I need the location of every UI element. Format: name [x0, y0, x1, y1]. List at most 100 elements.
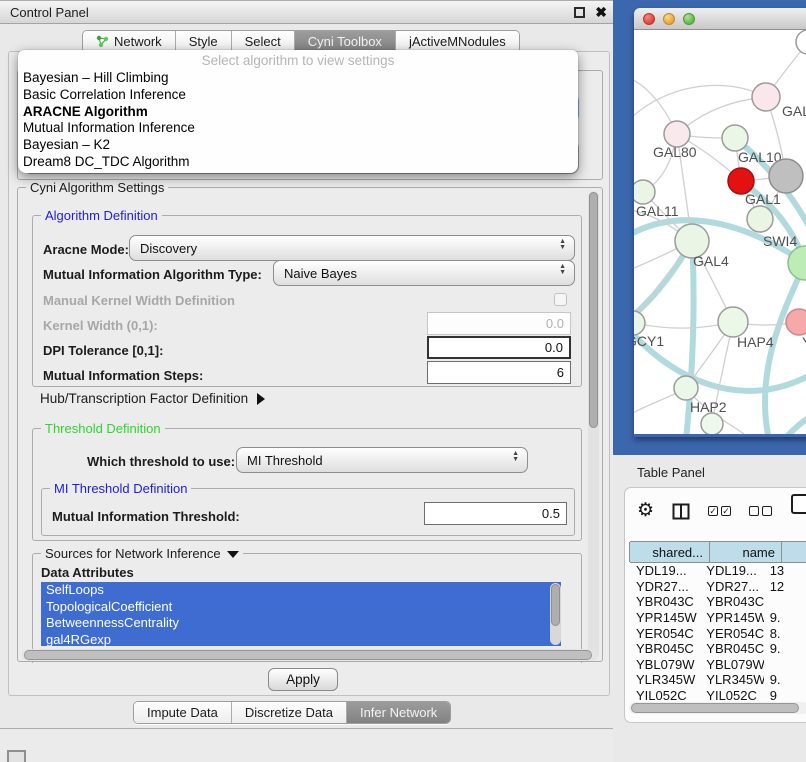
table-row[interactable]: YDR27...YDR27...12 [630, 579, 806, 595]
screen: Control Panel ✖ NetworkStyleSelectCyni T… [0, 0, 806, 762]
attribute-item-gal4rgexp[interactable]: gal4RGexp [41, 632, 561, 647]
network-node-gal10[interactable] [722, 125, 748, 151]
mac-close-icon[interactable] [643, 13, 655, 25]
apply-button[interactable]: Apply [268, 668, 338, 691]
dropdown-option-bayesian-k2[interactable]: Bayesian – K2 [18, 137, 578, 154]
mac-minimize-icon[interactable] [663, 13, 675, 25]
mi-steps-input[interactable]: 6 [427, 361, 571, 384]
table-cell: YDR27... [700, 579, 763, 594]
mi-steps-value: 6 [557, 365, 564, 380]
table-row[interactable]: YBR045CYBR045C9. [630, 641, 806, 657]
network-node-hap2[interactable] [674, 376, 698, 400]
network-node[interactable] [769, 159, 803, 193]
network-node-gcy1[interactable] [634, 311, 645, 335]
column-header-name[interactable]: name [709, 542, 782, 562]
table-cell: YLR345W [700, 672, 763, 687]
kernel-width-input[interactable]: 0.0 [427, 312, 571, 335]
deselect-all-icon[interactable] [749, 506, 772, 516]
columns-icon[interactable] [672, 503, 690, 520]
table-row[interactable]: YPR145WYPR145W9. [630, 610, 806, 626]
table-cell: 12 [764, 579, 806, 594]
mi-algorithm-type-combobox[interactable]: Naive Bayes ▲▼ [273, 260, 575, 286]
gear-icon[interactable]: ⚙ [637, 501, 654, 521]
mi-threshold-input[interactable]: 0.5 [424, 502, 567, 525]
bottom-tab-impute-data[interactable]: Impute Data [134, 702, 232, 723]
table-row[interactable]: YIL052CYIL052C9 [630, 688, 806, 702]
tab-cyni-toolbox[interactable]: Cyni Toolbox [295, 31, 396, 52]
select-all-icon[interactable]: ✓✓ [708, 506, 731, 516]
network-canvas[interactable]: GALGAL80GAL10GAL1GAL11SWI4GAL4GCY1HAP4YH… [634, 30, 806, 434]
float-window-icon[interactable] [574, 7, 585, 18]
node-label-gal: GAL [782, 103, 806, 119]
network-node-gal11[interactable] [634, 180, 655, 204]
hub-definition-expander[interactable]: Hub/Transcription Factor Definition [40, 391, 265, 406]
table-hscrollbar[interactable] [629, 702, 806, 714]
attributes-vscrollbar[interactable] [550, 583, 561, 645]
attribute-item-selfloops[interactable]: SelfLoops [41, 582, 561, 599]
manual-kernel-width-checkbox[interactable] [554, 293, 567, 306]
hub-definition-label: Hub/Transcription Factor Definition [40, 391, 248, 406]
which-threshold-combobox[interactable]: MI Threshold ▲▼ [236, 447, 528, 473]
dropdown-option-mutual-information-inference[interactable]: Mutual Information Inference [18, 120, 578, 137]
mi-threshold-definition-title: MI Threshold Definition [50, 481, 191, 496]
bottom-tab-infer-network[interactable]: Infer Network [347, 702, 450, 723]
algorithm-definition-group: Algorithm Definition Aracne Mode: Discov… [32, 215, 582, 387]
node-label-gal80: GAL80 [653, 144, 697, 160]
network-window-titlebar[interactable] [634, 8, 806, 30]
mac-zoom-icon[interactable] [683, 13, 695, 25]
data-attributes-label: Data Attributes [41, 565, 134, 580]
kernel-width-value: 0.0 [546, 316, 564, 331]
algorithm-dropdown-placeholder: Select algorithm to view settings [18, 53, 578, 70]
settings-vscrollbar-thumb[interactable] [589, 192, 598, 428]
tab-style[interactable]: Style [176, 31, 232, 52]
network-window: GALGAL80GAL10GAL1GAL11SWI4GAL4GCY1HAP4YH… [634, 8, 806, 437]
node-label-gcy1: GCY1 [634, 333, 664, 349]
column-header-col2[interactable] [781, 542, 806, 562]
network-node-hap4[interactable] [718, 307, 748, 337]
dropdown-option-dream8-dc-tdc-algorithm[interactable]: Dream8 DC_TDC Algorithm [18, 154, 578, 171]
sources-group-title[interactable]: Sources for Network Inference [41, 546, 243, 561]
table-cell: YBL079W [700, 657, 763, 672]
attribute-item-betweennesscentrality[interactable]: BetweennessCentrality [41, 615, 561, 632]
algorithm-definition-title: Algorithm Definition [41, 208, 162, 223]
mi-threshold-value: 0.5 [542, 506, 560, 521]
network-node[interactable] [796, 30, 806, 54]
network-node-swi4[interactable] [747, 206, 773, 232]
control-panel-titlebar: Control Panel ✖ [0, 1, 617, 24]
network-node-gal[interactable] [752, 83, 780, 111]
table-row[interactable]: YLR345WYLR345W9. [630, 672, 806, 688]
table-cell: YIL052C [630, 688, 700, 702]
table-row[interactable]: YDL19...YDL19...13 [630, 563, 806, 579]
dropdown-option-bayesian-hill-climbing[interactable]: Bayesian – Hill Climbing [18, 70, 578, 87]
tab-jactivemnodules[interactable]: jActiveMNodules [396, 31, 519, 52]
tab-jactivemnodules-label: jActiveMNodules [409, 34, 506, 49]
table-row[interactable]: YER054CYER054C8. [630, 625, 806, 641]
settings-hscrollbar-thumb[interactable] [24, 650, 592, 660]
close-icon[interactable]: ✖ [595, 5, 607, 19]
dpi-tolerance-label: DPI Tolerance [0,1]: [43, 343, 163, 358]
panel-corner-icon[interactable] [7, 750, 26, 762]
bottom-tab-discretize-data[interactable]: Discretize Data [232, 702, 347, 723]
network-node[interactable] [701, 413, 723, 434]
column-header-shared[interactable]: shared... [629, 542, 710, 562]
settings-vscrollbar[interactable] [588, 191, 599, 659]
dropdown-option-aracne-algorithm[interactable]: ARACNE Algorithm [18, 104, 578, 121]
table-row[interactable]: YBL079WYBL079W [630, 657, 806, 673]
tab-select[interactable]: Select [232, 31, 295, 52]
document-icon[interactable] [791, 494, 806, 514]
table-cell: YBR045C [630, 641, 700, 656]
data-attributes-list[interactable]: SelfLoopsTopologicalCoefficientBetweenne… [41, 582, 561, 646]
network-node-y[interactable] [786, 309, 806, 335]
dpi-tolerance-input[interactable]: 0.0 [427, 336, 571, 359]
aracne-mode-combobox[interactable]: Discovery ▲▼ [129, 235, 575, 261]
tab-network[interactable]: Network [83, 31, 176, 52]
table-hscrollbar-thumb[interactable] [631, 703, 799, 713]
dropdown-option-basic-correlation-inference[interactable]: Basic Correlation Inference [18, 87, 578, 104]
which-threshold-label: Which threshold to use: [87, 454, 235, 469]
settings-hscrollbar[interactable] [22, 649, 598, 661]
attributes-vscrollbar-thumb[interactable] [551, 584, 560, 626]
table-row[interactable]: YBR043CYBR043C [630, 594, 806, 610]
attribute-item-topologicalcoefficient[interactable]: TopologicalCoefficient [41, 599, 561, 616]
table-cell: YDL19... [700, 563, 763, 578]
threshold-definition-group: Threshold Definition Which threshold to … [32, 428, 582, 541]
